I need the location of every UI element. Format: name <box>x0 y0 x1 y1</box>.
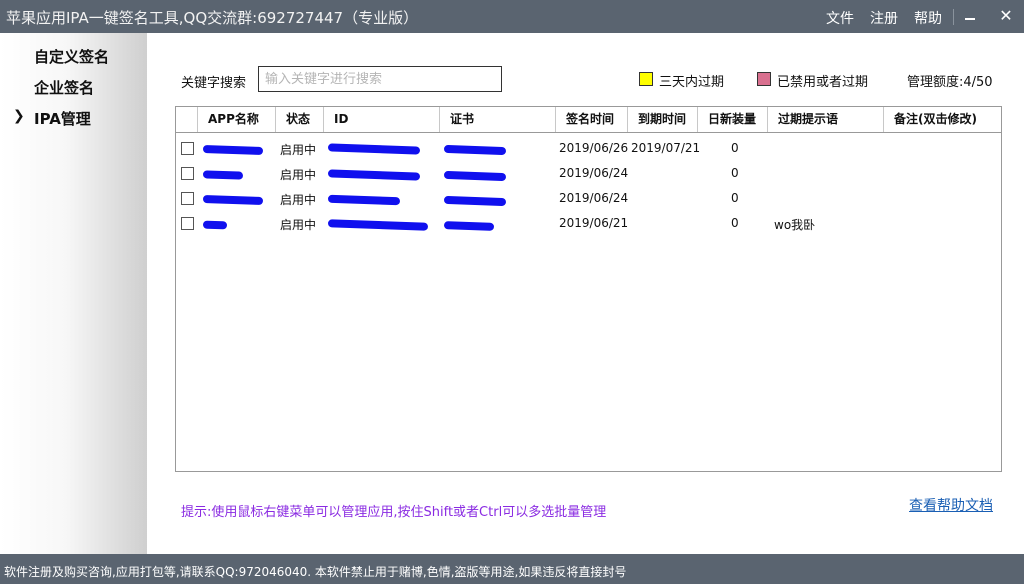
cell-expire-time: 2019/07/21 <box>631 141 701 155</box>
table-header: APP名称 状态 ID 证书 签名时间 到期时间 日新装量 过期提示语 备注(双… <box>176 107 1001 133</box>
table-row[interactable]: 启用中 2019/06/24 0 <box>176 161 1001 186</box>
cell-daily-installs: 0 <box>731 166 739 180</box>
title-bar: 苹果应用IPA一键签名工具,QQ交流群:692727447（专业版） 文件 注册… <box>0 0 1024 33</box>
redacted-id <box>327 143 421 155</box>
header-daily-installs[interactable]: 日新装量 <box>698 107 768 132</box>
cell-sign-time: 2019/06/24 <box>559 166 629 180</box>
header-status[interactable]: 状态 <box>276 107 324 132</box>
table-row[interactable]: 启用中 2019/06/24 0 <box>176 186 1001 211</box>
row-checkbox[interactable] <box>181 142 194 155</box>
redacted-cert <box>443 221 495 231</box>
titlebar-divider <box>953 9 954 25</box>
cell-daily-installs: 0 <box>731 141 739 155</box>
sidebar-item-enterprise-sign[interactable]: 企业签名 <box>34 77 94 98</box>
legend-swatch-expiring <box>639 72 653 86</box>
row-checkbox[interactable] <box>181 192 194 205</box>
sidebar: 自定义签名 企业签名 ❯ IPA管理 <box>0 33 147 554</box>
redacted-cert <box>443 170 507 182</box>
help-docs-link[interactable]: 查看帮助文档 <box>909 495 993 515</box>
window-title: 苹果应用IPA一键签名工具,QQ交流群:692727447（专业版） <box>6 9 419 27</box>
close-button[interactable]: ✕ <box>994 4 1018 28</box>
redacted-cert <box>443 144 507 156</box>
redacted-app-name <box>202 194 264 206</box>
cell-sign-time: 2019/06/26 <box>559 141 629 155</box>
search-label: 关键字搜索 <box>181 76 247 91</box>
header-id[interactable]: ID <box>324 107 440 132</box>
sidebar-item-custom-sign[interactable]: 自定义签名 <box>34 46 109 67</box>
ipa-table: APP名称 状态 ID 证书 签名时间 到期时间 日新装量 过期提示语 备注(双… <box>175 106 1002 472</box>
minimize-icon <box>965 17 975 20</box>
quota-label: 管理额度:4/50 <box>907 75 993 90</box>
cell-expire-tip: wo我卧 <box>774 218 816 232</box>
header-expire-tip[interactable]: 过期提示语 <box>768 107 884 132</box>
cell-daily-installs: 0 <box>731 216 739 230</box>
active-chevron-icon: ❯ <box>13 108 25 124</box>
redacted-app-name <box>202 170 244 180</box>
legend-label-disabled: 已禁用或者过期 <box>777 75 869 90</box>
search-input[interactable] <box>258 66 502 92</box>
header-cert[interactable]: 证书 <box>440 107 556 132</box>
redacted-app-name <box>202 220 228 230</box>
sidebar-item-ipa-manage[interactable]: IPA管理 <box>34 108 91 129</box>
redacted-cert <box>443 195 507 207</box>
cell-status: 启用中 <box>280 143 317 157</box>
legend-swatch-disabled <box>757 72 771 86</box>
row-checkbox[interactable] <box>181 217 194 230</box>
table-row[interactable]: 启用中 2019/06/26 2019/07/21 0 <box>176 136 1001 161</box>
redacted-id <box>327 219 429 231</box>
cell-status: 启用中 <box>280 193 317 207</box>
close-icon: ✕ <box>999 6 1013 25</box>
menu-file[interactable]: 文件 <box>826 8 854 28</box>
status-text: 软件注册及购买咨询,应用打包等,请联系QQ:972046040. 本软件禁止用于… <box>4 565 627 579</box>
redacted-id <box>327 169 421 181</box>
header-select <box>176 107 198 132</box>
menu-help[interactable]: 帮助 <box>914 8 942 28</box>
redacted-id <box>327 194 401 206</box>
status-bar: 软件注册及购买咨询,应用打包等,请联系QQ:972046040. 本软件禁止用于… <box>0 554 1024 584</box>
header-expire-time[interactable]: 到期时间 <box>628 107 698 132</box>
usage-hint: 提示:使用鼠标右键菜单可以管理应用,按住Shift或者Ctrl可以多选批量管理 <box>181 505 607 520</box>
menu-register[interactable]: 注册 <box>870 8 898 28</box>
cell-status: 启用中 <box>280 218 317 232</box>
cell-status: 启用中 <box>280 168 317 182</box>
header-note[interactable]: 备注(双击修改) <box>884 107 1001 132</box>
redacted-app-name <box>202 144 264 156</box>
header-app-name[interactable]: APP名称 <box>198 107 276 132</box>
cell-sign-time: 2019/06/24 <box>559 191 629 205</box>
minimize-button[interactable] <box>958 4 982 28</box>
cell-sign-time: 2019/06/21 <box>559 216 629 230</box>
legend-label-expiring: 三天内过期 <box>659 75 725 90</box>
cell-daily-installs: 0 <box>731 191 739 205</box>
row-checkbox[interactable] <box>181 167 194 180</box>
table-row[interactable]: 启用中 2019/06/21 0 wo我卧 <box>176 211 1001 236</box>
header-sign-time[interactable]: 签名时间 <box>556 107 628 132</box>
